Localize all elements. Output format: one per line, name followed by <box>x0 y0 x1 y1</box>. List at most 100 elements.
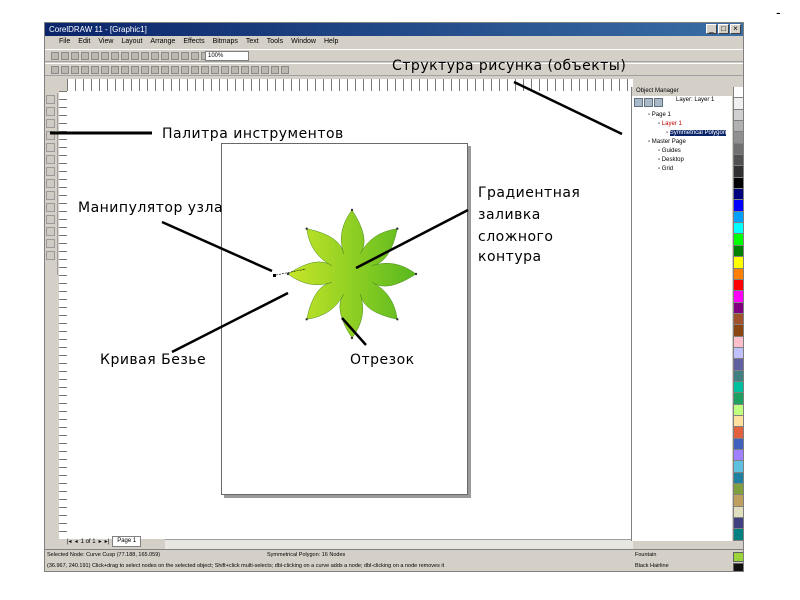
palette-swatch[interactable] <box>734 245 743 258</box>
object-tree-item[interactable]: ▫ Guides <box>632 147 732 156</box>
palette-swatch[interactable] <box>734 506 743 519</box>
palette-swatch[interactable] <box>734 461 743 473</box>
palette-swatch[interactable] <box>734 336 743 348</box>
property-tool-icon[interactable] <box>201 66 209 74</box>
property-tool-icon[interactable] <box>131 66 139 74</box>
edit-across-layers-icon[interactable] <box>644 98 653 107</box>
property-tool-icon[interactable] <box>251 66 259 74</box>
menu-layout[interactable]: Layout <box>121 36 142 47</box>
last-page-icon[interactable]: ▸| <box>105 538 110 545</box>
property-tool-icon[interactable] <box>191 66 199 74</box>
standard-tool-icon[interactable] <box>111 52 119 60</box>
object-tree-item[interactable]: ▫ Master Page <box>632 138 732 147</box>
palette-swatch[interactable] <box>734 450 743 462</box>
menu-arrange[interactable]: Arrange <box>150 36 175 47</box>
palette-swatch[interactable] <box>734 393 743 405</box>
palette-swatch[interactable] <box>734 427 743 439</box>
property-tool-icon[interactable] <box>241 66 249 74</box>
palette-swatch[interactable] <box>734 495 743 507</box>
property-tool-icon[interactable] <box>71 66 79 74</box>
path-node[interactable] <box>414 272 418 276</box>
property-tool-icon[interactable] <box>111 66 119 74</box>
property-tool-icon[interactable] <box>261 66 269 74</box>
path-node[interactable] <box>350 208 354 212</box>
maximize-button[interactable]: □ <box>718 24 729 34</box>
standard-tool-icon[interactable] <box>141 52 149 60</box>
standard-tool-icon[interactable] <box>101 52 109 60</box>
object-tree-item[interactable]: ▫ Desktop <box>632 156 732 165</box>
palette-swatch[interactable] <box>734 313 743 326</box>
menu-effects[interactable]: Effects <box>183 36 204 47</box>
palette-swatch[interactable] <box>734 155 743 167</box>
property-tool-icon[interactable] <box>171 66 179 74</box>
property-tool-icon[interactable] <box>221 66 229 74</box>
object-tree-item[interactable]: ▫ Grid <box>632 165 732 174</box>
menu-bitmaps[interactable]: Bitmaps <box>213 36 238 47</box>
property-tool-icon[interactable] <box>51 66 59 74</box>
path-node[interactable] <box>396 227 399 230</box>
menu-tools[interactable]: Tools <box>267 36 283 47</box>
toolbox-tool-icon[interactable] <box>46 215 55 224</box>
minimize-button[interactable]: _ <box>706 24 717 34</box>
property-tool-icon[interactable] <box>271 66 279 74</box>
first-page-icon[interactable]: |◂ <box>67 538 72 545</box>
path-node[interactable] <box>396 318 399 321</box>
stroke-swatch[interactable] <box>733 563 743 571</box>
toolbox-tool-icon[interactable] <box>46 203 55 212</box>
palette-swatch[interactable] <box>734 98 743 110</box>
property-tool-icon[interactable] <box>101 66 109 74</box>
path-node[interactable] <box>350 336 354 340</box>
toolbox-tool-icon[interactable] <box>46 191 55 200</box>
toolbox-tool-icon[interactable] <box>46 131 55 140</box>
palette-swatch[interactable] <box>734 200 743 212</box>
palette-swatch[interactable] <box>734 132 743 144</box>
drawing-page[interactable] <box>221 143 468 495</box>
menu-help[interactable]: Help <box>324 36 338 47</box>
palette-swatch[interactable] <box>734 291 743 303</box>
toolbox-tool-icon[interactable] <box>46 143 55 152</box>
property-tool-icon[interactable] <box>121 66 129 74</box>
fill-indicator[interactable]: Fountain <box>635 552 656 558</box>
toolbox-tool-icon[interactable] <box>46 179 55 188</box>
standard-tool-icon[interactable] <box>71 52 79 60</box>
standard-tool-icon[interactable] <box>181 52 189 60</box>
object-tree-item[interactable]: ▫ Page 1 <box>632 111 732 120</box>
palette-swatch[interactable] <box>734 370 743 382</box>
menu-edit[interactable]: Edit <box>78 36 90 47</box>
object-tree-item[interactable]: ▫ Layer 1 <box>632 120 732 129</box>
palette-swatch[interactable] <box>734 472 743 485</box>
standard-tool-icon[interactable] <box>131 52 139 60</box>
palette-swatch[interactable] <box>734 529 743 541</box>
palette-swatch[interactable] <box>734 325 743 337</box>
show-properties-icon[interactable] <box>634 98 643 107</box>
standard-tool-icon[interactable] <box>151 52 159 60</box>
close-button[interactable]: × <box>730 24 741 34</box>
palette-swatch[interactable] <box>734 87 743 99</box>
standard-tool-icon[interactable] <box>81 52 89 60</box>
palette-swatch[interactable] <box>734 257 743 269</box>
palette-swatch[interactable] <box>734 347 743 360</box>
property-tool-icon[interactable] <box>91 66 99 74</box>
zoom-level-combo[interactable]: 100% <box>205 51 249 61</box>
palette-swatch[interactable] <box>734 415 743 428</box>
palette-swatch[interactable] <box>734 518 743 530</box>
palette-swatch[interactable] <box>734 438 743 450</box>
palette-swatch[interactable] <box>734 211 743 224</box>
path-node[interactable] <box>305 227 308 230</box>
property-tool-icon[interactable] <box>231 66 239 74</box>
layer-manager-view-icon[interactable] <box>654 98 663 107</box>
toolbox-tool-icon[interactable] <box>46 119 55 128</box>
menu-view[interactable]: View <box>98 36 113 47</box>
standard-tool-icon[interactable] <box>51 52 59 60</box>
standard-tool-icon[interactable] <box>161 52 169 60</box>
property-tool-icon[interactable] <box>181 66 189 74</box>
palette-swatch[interactable] <box>734 279 743 292</box>
next-page-icon[interactable]: ▸ <box>99 538 102 545</box>
property-tool-icon[interactable] <box>151 66 159 74</box>
standard-tool-icon[interactable] <box>171 52 179 60</box>
palette-swatch[interactable] <box>734 166 743 178</box>
palette-swatch[interactable] <box>734 109 743 122</box>
toolbox-tool-icon[interactable] <box>46 155 55 164</box>
palette-swatch[interactable] <box>734 177 743 190</box>
palette-swatch[interactable] <box>734 381 743 394</box>
